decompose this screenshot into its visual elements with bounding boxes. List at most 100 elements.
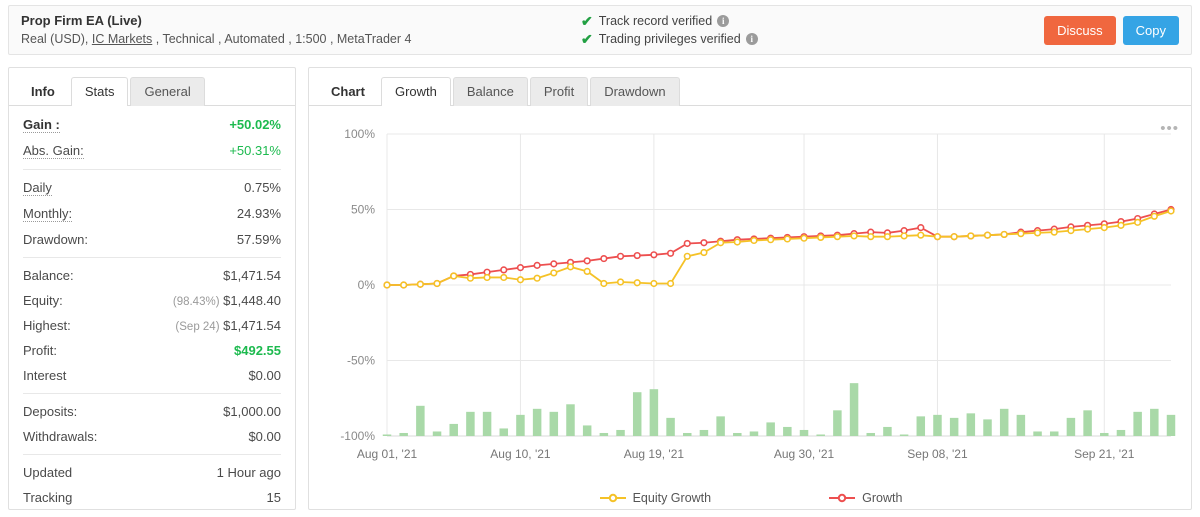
stat-value: 57.59% <box>236 232 281 247</box>
legend-item-equity-growth[interactable]: Equity Growth <box>599 491 712 505</box>
svg-text:Aug 01, '21: Aug 01, '21 <box>357 447 418 461</box>
stat-row-monthly: Monthly: 24.93% <box>23 201 281 227</box>
app-root: Prop Firm EA (Live) Real (USD), IC Marke… <box>0 0 1200 517</box>
svg-text:Aug 19, '21: Aug 19, '21 <box>624 447 685 461</box>
account-details: , Technical , Automated , 1:500 , MetaTr… <box>152 32 412 46</box>
divider <box>23 454 281 455</box>
divider <box>23 393 281 394</box>
stat-value: $0.00 <box>248 429 281 444</box>
chart-canvas: 100% 50% 0% -50% -100% Aug 01, '21 Aug 10, '21… <box>340 127 1176 461</box>
stat-label: Profit: <box>23 343 57 358</box>
svg-text:100%: 100% <box>344 127 375 141</box>
verification-list: ✔ Track record verified i ✔ Trading priv… <box>569 12 999 48</box>
tab-stats[interactable]: Stats <box>70 77 129 106</box>
stat-label: Tracking <box>23 490 73 505</box>
stat-row-deposits: Deposits: $1,000.00 <box>23 399 281 424</box>
stat-label: Monthly: <box>23 206 73 222</box>
stat-row-tracking: Tracking 15 <box>23 485 281 510</box>
stat-label: Interest <box>23 368 67 383</box>
header-actions: Discuss Copy <box>1044 15 1191 45</box>
divider <box>23 257 281 258</box>
account-type: Real (USD), <box>21 32 92 46</box>
stat-label: Drawdown: <box>23 232 89 247</box>
stat-value: $1,000.00 <box>223 404 281 419</box>
copy-button[interactable]: Copy <box>1122 15 1179 45</box>
tab-profit[interactable]: Profit <box>529 77 589 106</box>
broker-link[interactable]: IC Markets <box>92 32 152 46</box>
svg-text:-50%: -50% <box>347 354 375 368</box>
stat-value: $1,448.40 <box>223 293 281 308</box>
check-icon: ✔ <box>581 31 593 47</box>
stat-prefix: (Sep 24) <box>175 321 220 333</box>
discuss-button[interactable]: Discuss <box>1044 15 1116 45</box>
svg-text:Sep 08, '21: Sep 08, '21 <box>907 447 968 461</box>
stat-value: 24.93% <box>236 206 281 221</box>
stat-row-daily: Daily 0.75% <box>23 175 281 201</box>
stats-list: Gain : +50.02% Abs. Gain: +50.31% Daily … <box>9 106 295 510</box>
stat-row-profit: Profit: $492.55 <box>23 338 281 363</box>
tab-info[interactable]: Info <box>17 77 69 106</box>
stat-row-highest: Highest: (Sep 24) $1,471.54 <box>23 313 281 338</box>
stat-row-withdrawals: Withdrawals: $0.00 <box>23 424 281 449</box>
verification-track-record: ✔ Track record verified i <box>581 12 999 30</box>
stat-label: Highest: <box>23 318 71 333</box>
stat-value: $1,471.54 <box>223 268 281 283</box>
stat-row-interest: Interest $0.00 <box>23 363 281 388</box>
svg-text:Aug 10, '21: Aug 10, '21 <box>490 447 551 461</box>
verification-label: Trading privileges verified <box>598 32 741 46</box>
svg-text:Aug 30, '21: Aug 30, '21 <box>774 447 835 461</box>
stat-value-group: (98.43%) $1,448.40 <box>173 293 281 308</box>
legend-marker-equity-growth <box>599 493 626 503</box>
chart-legend: Equity Growth Growth <box>309 491 1193 505</box>
stat-row-updated: Updated 1 Hour ago <box>23 460 281 485</box>
chart-panel: Chart Growth Balance Profit Drawdown •••… <box>308 67 1192 510</box>
account-title: Prop Firm EA (Live) <box>21 13 142 28</box>
legend-marker-growth <box>829 493 856 503</box>
legend-item-growth[interactable]: Growth <box>829 491 902 505</box>
chart-tabs: Chart Growth Balance Profit Drawdown <box>317 76 1191 106</box>
info-icon[interactable]: i <box>745 33 758 45</box>
stat-value: 0.75% <box>244 180 281 195</box>
tab-chart[interactable]: Chart <box>317 77 379 106</box>
stat-value: $492.55 <box>234 343 281 358</box>
stat-prefix: (98.43%) <box>172 296 220 308</box>
stat-value-group: (Sep 24) $1,471.54 <box>175 318 281 333</box>
verification-trading-privileges: ✔ Trading privileges verified i <box>581 30 999 48</box>
stat-value: +50.02% <box>229 117 281 132</box>
stat-value: $0.00 <box>248 368 281 383</box>
check-icon: ✔ <box>581 13 593 29</box>
info-icon[interactable]: i <box>717 15 730 27</box>
stat-label: Daily <box>23 180 52 196</box>
stat-row-gain: Gain : +50.02% <box>23 112 281 138</box>
legend-label: Equity Growth <box>632 491 712 505</box>
stat-label: Equity: <box>23 293 63 308</box>
stat-label: Abs. Gain: <box>23 143 84 159</box>
divider <box>23 169 281 170</box>
stat-value: 1 Hour ago <box>216 465 281 480</box>
stat-value: +50.31% <box>229 143 281 158</box>
stat-label: Deposits: <box>23 404 78 419</box>
tab-balance[interactable]: Balance <box>452 77 528 106</box>
account-header: Prop Firm EA (Live) Real (USD), IC Marke… <box>8 5 1192 55</box>
stat-value: $1,471.54 <box>223 318 281 333</box>
verification-label: Track record verified <box>598 14 713 28</box>
tab-drawdown[interactable]: Drawdown <box>590 77 680 106</box>
stat-label: Updated <box>23 465 73 480</box>
stats-panel: Info Stats General Gain : +50.02% Abs. G… <box>8 67 296 510</box>
stat-label: Gain : <box>23 117 60 133</box>
svg-text:-100%: -100% <box>340 429 375 443</box>
tab-growth[interactable]: Growth <box>380 77 451 106</box>
stat-row-drawdown: Drawdown: 57.59% <box>23 227 281 252</box>
svg-text:50%: 50% <box>351 203 375 217</box>
stat-label: Balance: <box>23 268 74 283</box>
stat-row-abs-gain: Abs. Gain: +50.31% <box>23 138 281 164</box>
stat-row-equity: Equity: (98.43%) $1,448.40 <box>23 288 281 313</box>
legend-label: Growth <box>862 491 903 505</box>
growth-chart: ••• 100% 50% 0% -50% -100% Aug 01, '21 Aug 10,… <box>309 106 1193 506</box>
account-identity: Prop Firm EA (Live) Real (USD), IC Marke… <box>9 12 569 48</box>
stat-row-balance: Balance: $1,471.54 <box>23 263 281 288</box>
tab-general[interactable]: General <box>130 77 205 106</box>
stats-tabs: Info Stats General <box>17 76 295 106</box>
account-meta: Real (USD), IC Markets , Technical , Aut… <box>21 30 569 48</box>
stat-label: Withdrawals: <box>23 429 98 444</box>
